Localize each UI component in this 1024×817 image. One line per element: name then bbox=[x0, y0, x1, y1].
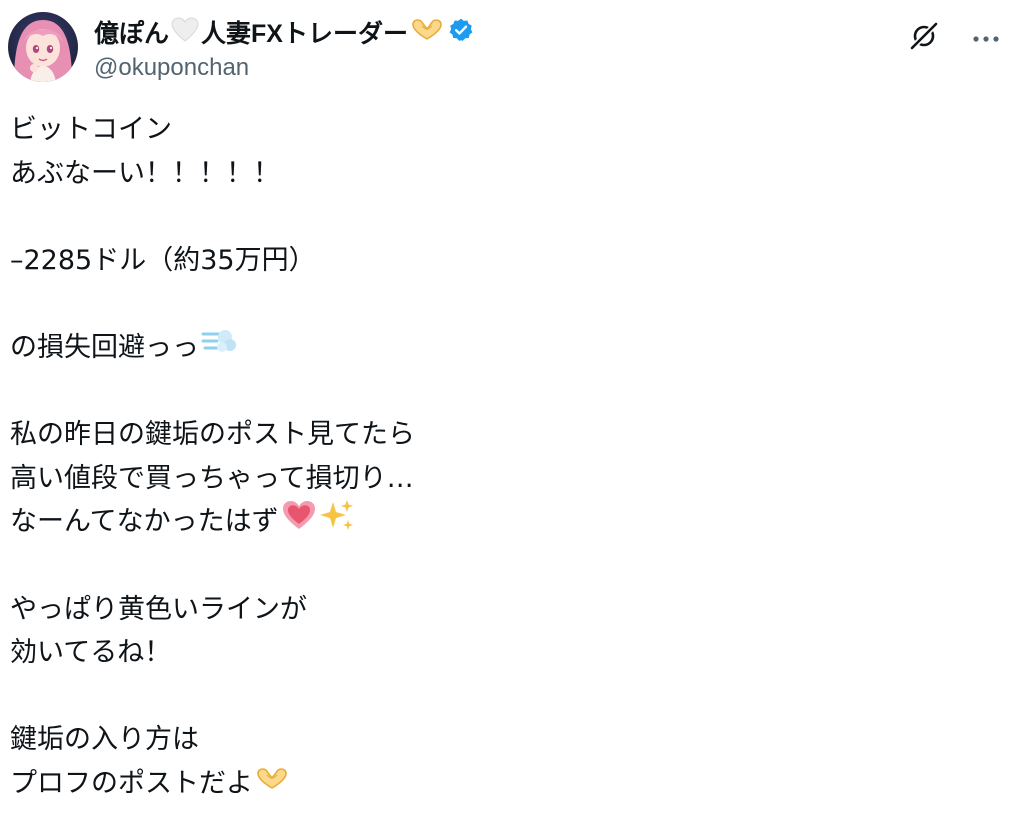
post-line bbox=[10, 675, 990, 719]
author-handle[interactable]: @okuponchan bbox=[94, 54, 854, 82]
post-line: –2285ドル（約35万円） bbox=[10, 239, 990, 283]
post-line bbox=[10, 282, 990, 326]
post-line: ビットコイン bbox=[10, 108, 990, 152]
avatar[interactable] bbox=[8, 12, 78, 82]
post-line-text: 高い値段で買っちゃって損切り… bbox=[10, 462, 414, 494]
post-line-text: プロフのポストだよ bbox=[10, 767, 253, 799]
author-names: 億ぽん 人妻FXトレーダー @okuponchan bbox=[94, 16, 854, 82]
post-line-text: 効いてるね！ bbox=[10, 637, 172, 669]
growing-heart-icon bbox=[281, 499, 317, 545]
post-line-text: あぶなーい！！！！！ bbox=[10, 157, 280, 189]
post-line bbox=[10, 195, 990, 239]
post-line: の損失回避っっ bbox=[10, 326, 990, 370]
post-line-text: 鍵垢の入り方は bbox=[10, 724, 199, 756]
post-text: ビットコイン あぶなーい！！！！！ –2285ドル（約35万円） の損失回避っっ… bbox=[10, 108, 990, 806]
post-line: 鍵垢の入り方は bbox=[10, 718, 990, 762]
display-name-part2[interactable]: 人妻FXトレーダー bbox=[201, 14, 408, 50]
sparkles-icon bbox=[319, 498, 355, 546]
post-line-text: ビットコイン bbox=[10, 114, 172, 145]
tweet-header: 億ぽん 人妻FXトレーダー @okuponchan bbox=[8, 12, 1012, 84]
post-line: 私の昨日の鍵垢のポスト見てたら bbox=[10, 413, 990, 457]
post-line-text: やっぱり黄色いラインが bbox=[10, 593, 307, 625]
dash-symbol-icon bbox=[201, 324, 237, 372]
post-line: プロフのポストだよ bbox=[10, 762, 990, 806]
tweet: 億ぽん 人妻FXトレーダー @okuponchan ビットコイン あぶなーい！！… bbox=[0, 0, 1024, 817]
verified-badge-icon[interactable] bbox=[448, 17, 474, 47]
grok-button[interactable] bbox=[906, 20, 942, 56]
post-line-text: –2285ドル（約35万円） bbox=[10, 244, 316, 276]
more-horizontal-icon bbox=[971, 29, 1001, 48]
heart-hands-icon bbox=[410, 18, 444, 46]
grok-icon bbox=[908, 20, 940, 56]
post-line-text: なーんてなかったはず bbox=[10, 506, 279, 538]
header-actions bbox=[906, 20, 1004, 56]
display-name-row: 億ぽん 人妻FXトレーダー bbox=[94, 16, 854, 48]
more-button[interactable] bbox=[968, 20, 1004, 56]
post-line bbox=[10, 370, 990, 414]
post-line bbox=[10, 544, 990, 588]
white-heart-icon bbox=[171, 17, 199, 47]
post-line: やっぱり黄色いラインが bbox=[10, 588, 990, 632]
heart-hands-icon bbox=[255, 762, 289, 806]
post-line: 高い値段で買っちゃって損切り… bbox=[10, 457, 990, 501]
post-line: あぶなーい！！！！！ bbox=[10, 152, 990, 196]
post-line: なーんてなかったはず bbox=[10, 500, 990, 544]
post-line-text: の損失回避っっ bbox=[10, 331, 199, 363]
post-line-text: 私の昨日の鍵垢のポスト見てたら bbox=[10, 419, 415, 451]
display-name-part1[interactable]: 億ぽん bbox=[94, 14, 169, 50]
post-line: 効いてるね！ bbox=[10, 631, 990, 675]
